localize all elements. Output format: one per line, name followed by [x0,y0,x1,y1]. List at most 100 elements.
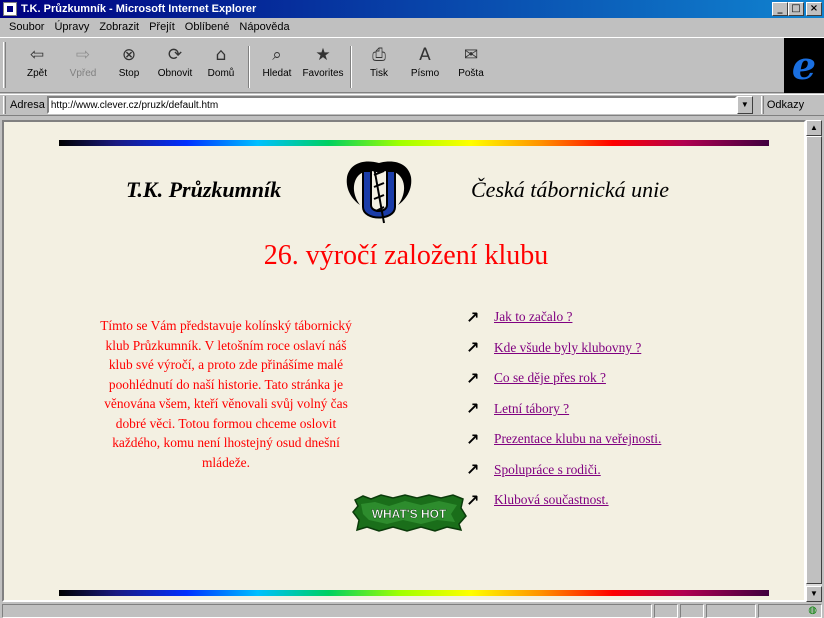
stop-icon: ⊗ [121,45,137,65]
back-label: Zpět [26,68,47,79]
list-item: ↗ Jak to začalo ? [466,302,661,333]
refresh-label: Obnovit [157,68,193,79]
address-url: http://www.clever.cz/pruzk/default.htm [50,99,219,111]
print-button[interactable]: ⎙ Tisk [356,44,402,90]
title-bar: T.K. Průzkumník - Microsoft Internet Exp… [0,0,824,18]
list-item: ↗ Kde všude byly klubovny ? [466,333,661,364]
chevron-up-icon: ▲ [810,123,818,132]
home-label: Domů [207,68,235,79]
toolbar-separator [248,46,250,88]
back-arrow-icon: ⇦ [29,45,45,65]
search-icon: ⌕ [272,45,282,65]
menu-go[interactable]: Přejít [144,21,180,33]
internet-zone-icon: ◍ [808,605,817,616]
whats-hot-label: WHAT'S HOT [372,507,447,521]
arrow-bullet-icon: ↗ [466,399,480,419]
menu-view[interactable]: Zobrazit [94,21,144,33]
menu-favorites[interactable]: Oblíbené [180,21,235,33]
list-item: ↗ Klubová součastnost. [466,485,661,516]
forward-label: Vpřed [69,68,97,79]
font-label: Písmo [410,68,440,79]
font-button[interactable]: A Písmo [402,44,448,90]
print-icon: ⎙ [372,45,386,65]
link-year-round[interactable]: Co se děje přes rok ? [494,370,606,386]
menu-bar: Soubor Úpravy Zobrazit Přejít Oblíbené N… [0,18,824,36]
search-label: Hledat [262,68,292,79]
link-parents[interactable]: Spolupráce s rodiči. [494,462,601,478]
page-headline: 26. výročí založení klubu [263,240,549,271]
arrow-bullet-icon: ↗ [466,490,480,510]
forward-arrow-icon: ⇨ [75,45,91,65]
menu-edit[interactable]: Úpravy [49,21,94,33]
club-name: T.K. Průzkumník [126,177,282,202]
whats-hot-badge[interactable]: WHAT'S HOT [351,494,467,532]
list-item: ↗ Prezentace klubu na veřejnosti. [466,424,661,455]
home-button[interactable]: ⌂ Domů [198,44,244,90]
favorites-button[interactable]: ★ Favorites [300,44,346,90]
link-summer-camps[interactable]: Letní tábory ? [494,401,569,417]
menu-help[interactable]: Nápověda [234,21,294,33]
font-icon: A [419,45,431,65]
menu-file[interactable]: Soubor [4,21,49,33]
intro-text: Tímto se Vám představuje kolínský táborn… [100,318,352,470]
links-button[interactable]: Odkazy [767,99,804,111]
status-pane [680,603,704,618]
chevron-down-icon: ▼ [740,100,749,109]
list-item: ↗ Co se děje přes rok ? [466,363,661,394]
scroll-up-button[interactable]: ▲ [806,120,822,136]
refresh-button[interactable]: ⟳ Obnovit [152,44,198,90]
list-item: ↗ Letní tábory ? [466,394,661,425]
link-present[interactable]: Klubová součastnost. [494,492,609,508]
list-item: ↗ Spolupráce s rodiči. [466,455,661,486]
ie-window-icon[interactable] [3,2,17,16]
link-list: ↗ Jak to začalo ? ↗ Kde všude byly klubo… [466,302,661,516]
stop-label: Stop [118,68,140,79]
link-public-presentation[interactable]: Prezentace klubu na veřejnosti. [494,431,661,447]
close-button[interactable]: × [806,2,822,16]
window-controls: _ □ × [772,2,822,16]
refresh-icon: ⟳ [167,45,183,65]
stop-button[interactable]: ⊗ Stop [106,44,152,90]
favorites-icon: ★ [315,45,331,65]
address-label: Adresa [10,99,45,111]
scroll-down-button[interactable]: ▼ [806,586,822,602]
mail-button[interactable]: ✉ Pošta [448,44,494,90]
favorites-label: Favorites [302,68,344,79]
rainbow-divider-top [59,140,769,146]
union-name: Česká tábornická unie [471,177,669,202]
union-logo [346,161,412,224]
maximize-button[interactable]: □ [788,2,804,16]
link-clubrooms[interactable]: Kde všude byly klubovny ? [494,340,641,356]
zone-pane: ◍ [758,603,822,618]
forward-button[interactable]: ⇨ Vpřed [60,44,106,90]
vertical-scrollbar[interactable]: ▲ ▼ [806,120,822,602]
minimize-button[interactable]: _ [772,2,788,16]
ie-logo: e [784,38,824,93]
address-bar: Adresa http://www.clever.cz/pruzk/defaul… [0,94,824,116]
arrow-bullet-icon: ↗ [466,460,480,480]
rainbow-divider-bottom [59,590,769,596]
address-grip[interactable] [3,96,6,114]
print-label: Tisk [370,68,388,79]
address-input[interactable]: http://www.clever.cz/pruzk/default.htm [46,96,737,114]
status-pane [654,603,678,618]
toolbar-grip[interactable] [3,42,6,88]
links-grip[interactable] [760,96,764,114]
arrow-bullet-icon: ↗ [466,338,480,358]
home-icon: ⌂ [215,45,227,65]
page-content: T.K. Průzkumník Česká tábornická unie 26… [2,120,806,602]
address-dropdown-button[interactable]: ▼ [736,96,753,114]
status-pane [706,603,756,618]
back-button[interactable]: ⇦ Zpět [14,44,60,90]
arrow-bullet-icon: ↗ [466,429,480,449]
mail-label: Pošta [458,68,484,79]
link-beginnings[interactable]: Jak to začalo ? [494,309,572,325]
arrow-bullet-icon: ↗ [466,368,480,388]
window-title: T.K. Průzkumník - Microsoft Internet Exp… [21,3,257,15]
ie-e-icon: e [791,43,817,88]
search-button[interactable]: ⌕ Hledat [254,44,300,90]
scroll-thumb[interactable] [806,136,822,584]
toolbar-separator [350,46,352,88]
toolbar: ⇦ Zpět ⇨ Vpřed ⊗ Stop ⟳ Obnovit ⌂ Domů ⌕… [0,37,824,93]
status-bar: ◍ [0,603,824,618]
